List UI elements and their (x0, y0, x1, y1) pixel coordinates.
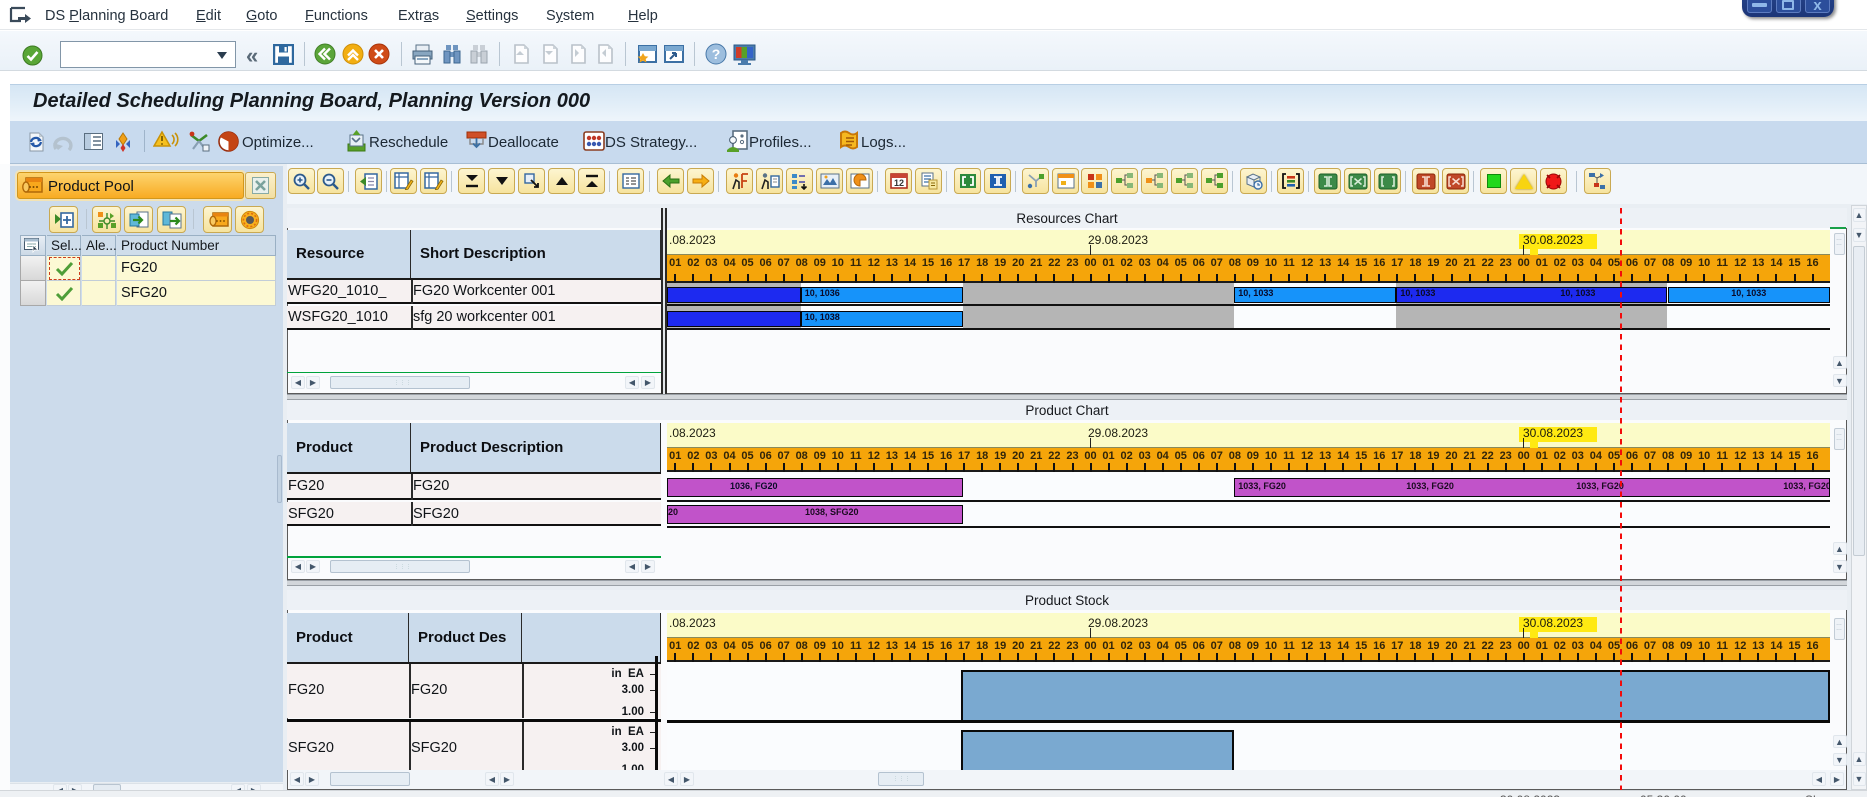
svg-text:12: 12 (893, 178, 903, 188)
svg-text:?: ? (712, 46, 721, 62)
